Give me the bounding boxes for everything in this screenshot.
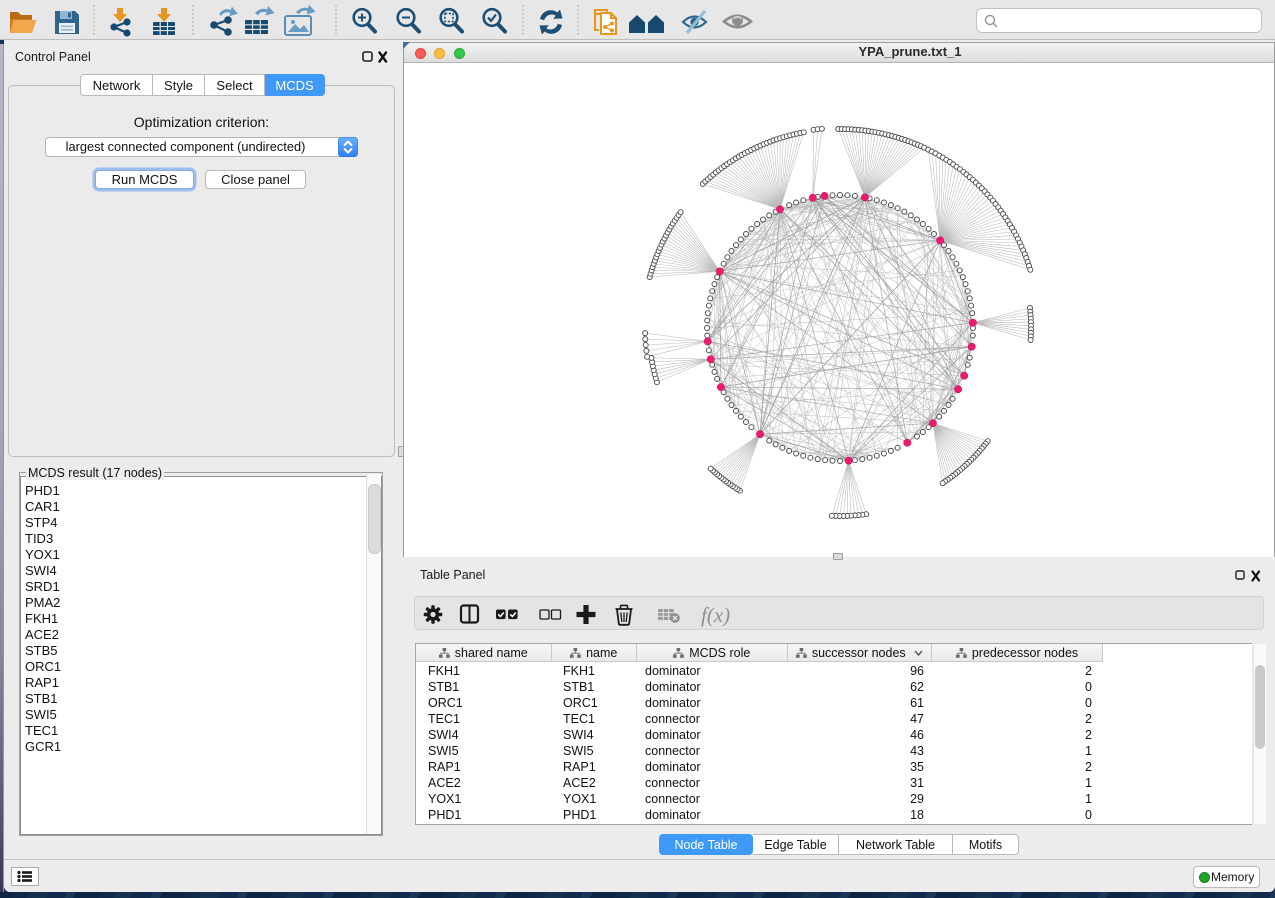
svg-text:f(x): f(x) — [701, 603, 730, 627]
